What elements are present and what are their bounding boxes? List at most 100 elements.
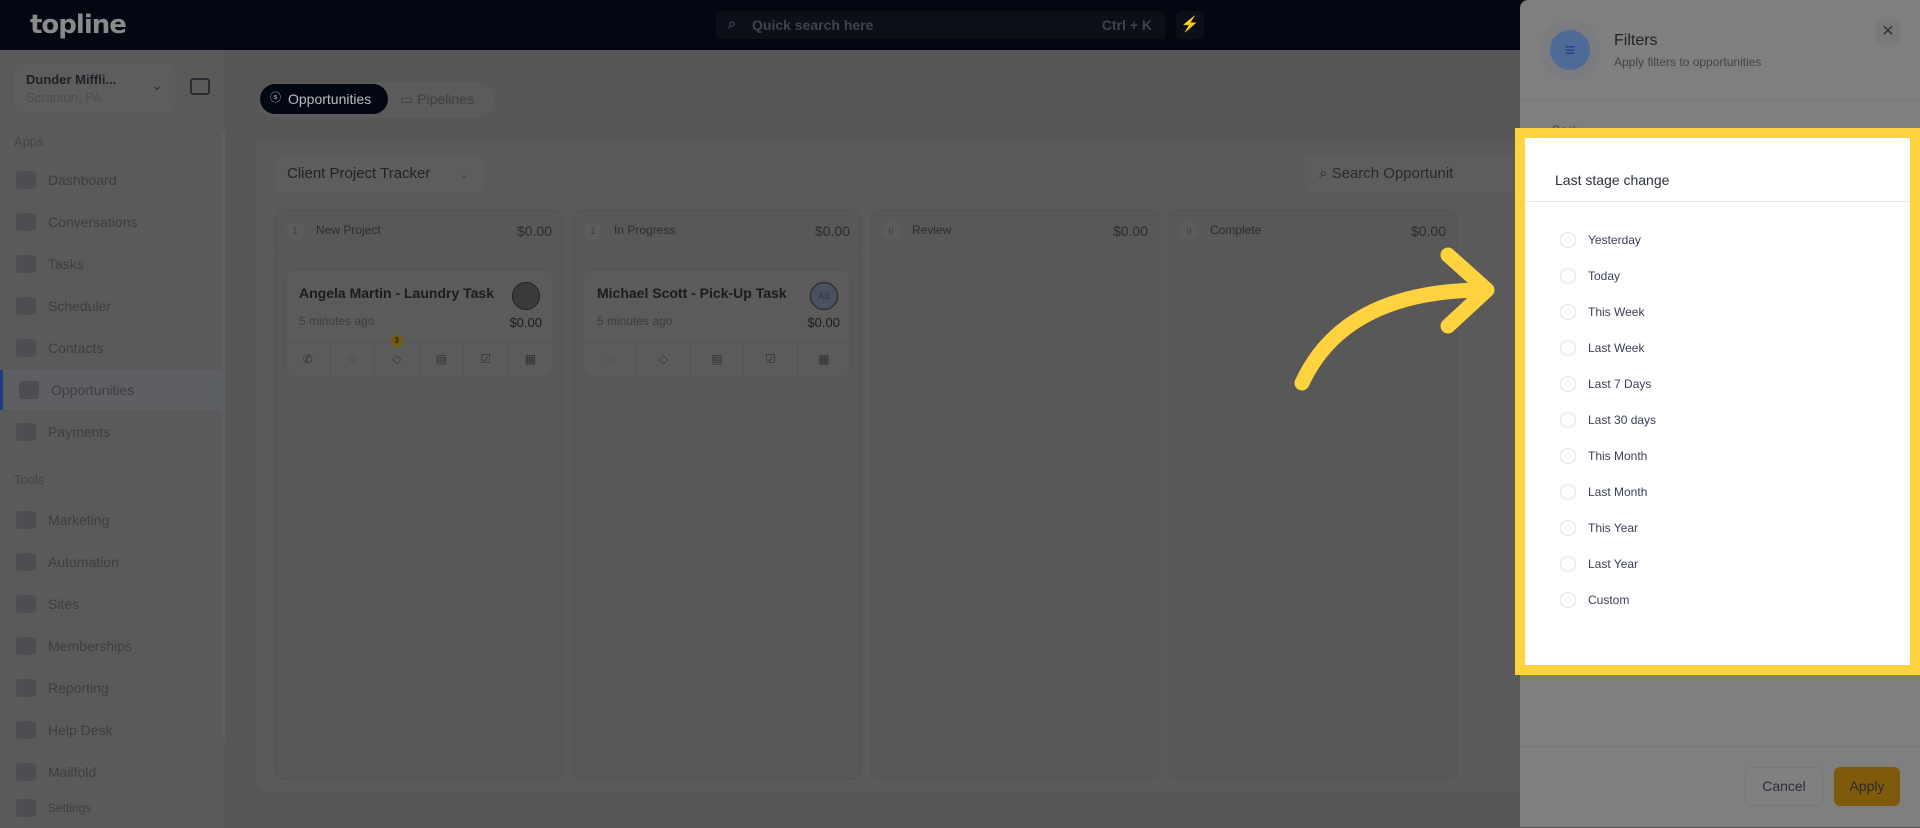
sidebar-item-label: Settings (48, 801, 92, 815)
pipeline-name: Client Project Tracker (287, 165, 431, 182)
sidebar-item-marketing[interactable]: Marketing (0, 500, 222, 540)
sidebar-item-sites[interactable]: Sites (0, 584, 222, 624)
document-icon[interactable]: ▤ (691, 343, 745, 376)
logo[interactable]: topline (30, 10, 127, 40)
radio-label: This Month (1588, 449, 1648, 463)
pipeline-column: 0 Review $0.00 (871, 210, 1159, 780)
radio-option[interactable]: Today (1560, 266, 1620, 286)
radio-option[interactable]: Last Week (1560, 338, 1644, 358)
sidebar-scrollbar[interactable] (221, 133, 225, 738)
radio-label: Last Year (1588, 557, 1639, 571)
tag-count-badge: 3 (390, 335, 403, 347)
sidebar-item-opportunities[interactable]: Opportunities (0, 370, 222, 410)
radio-button[interactable] (1560, 520, 1576, 536)
sidebar-item-contacts[interactable]: Contacts (0, 328, 222, 368)
radio-option[interactable]: This Week (1560, 302, 1644, 322)
radio-option[interactable]: Yesterday (1560, 230, 1641, 250)
dollar-icon: ⓢ (270, 92, 281, 104)
help-icon (16, 721, 36, 739)
chat-icon[interactable]: ◌ (331, 343, 375, 376)
tag-icon[interactable]: ◇ (637, 343, 691, 376)
radio-button[interactable] (1560, 448, 1576, 464)
card-value: $0.00 (509, 315, 542, 330)
checkbox-icon[interactable]: ☑ (744, 343, 798, 376)
radio-option[interactable]: Last 7 Days (1560, 374, 1651, 394)
sidebar-item-label: Conversations (48, 214, 138, 230)
radio-option[interactable]: Last Year (1560, 554, 1638, 574)
column-header: 1 In Progress $0.00 (574, 211, 860, 255)
radio-option[interactable]: This Month (1560, 446, 1647, 466)
sidebar-item-reporting[interactable]: Reporting (0, 668, 222, 708)
sidebar-collapse-icon[interactable] (190, 78, 210, 95)
tools-section-label: Tools (14, 472, 45, 487)
chat-icon[interactable]: ◌ (584, 343, 638, 376)
radio-label: Last Week (1588, 341, 1645, 355)
pipeline-column: 1 New Project $0.00 Angela Martin - Laundry… (275, 210, 563, 780)
filter-icon: ≡ (1540, 20, 1600, 80)
document-icon[interactable]: ▤ (420, 343, 464, 376)
globe-icon (16, 595, 36, 613)
tag-icon[interactable]: ◇ 3 (375, 335, 420, 376)
filters-title: Filters (1614, 32, 1658, 49)
radio-option[interactable]: Last Month (1560, 482, 1647, 502)
close-icon[interactable]: ✕ (1876, 20, 1900, 44)
calendar-icon[interactable]: ▦ (509, 343, 553, 376)
column-name: Review (912, 223, 952, 237)
radio-button[interactable] (1560, 376, 1576, 392)
radio-button[interactable] (1560, 268, 1576, 284)
tab-opportunities[interactable]: ⓢ Opportunities (260, 84, 388, 114)
column-count: 1 (584, 222, 602, 240)
sidebar-item-payments[interactable]: Payments (0, 412, 222, 452)
sidebar-item-scheduler[interactable]: Scheduler (0, 286, 222, 326)
sidebar-item-dashboard[interactable]: Dashboard (0, 160, 222, 200)
sidebar-item-settings[interactable]: Settings (0, 788, 222, 828)
tab-pipelines[interactable]: ▭ Pipelines (400, 84, 474, 114)
card-icon (16, 423, 36, 441)
sidebar-item-memberships[interactable]: Memberships (0, 626, 222, 666)
opportunity-card[interactable]: Angela Martin - Laundry Task 5 minutes ag… (285, 269, 553, 377)
radio-button[interactable] (1560, 340, 1576, 356)
sidebar-item-tasks[interactable]: Tasks (0, 244, 222, 284)
column-amount: $0.00 (814, 223, 850, 239)
divider (1520, 100, 1920, 101)
avatar (512, 282, 540, 310)
gears-icon (16, 553, 36, 571)
calendar-icon[interactable]: ▦ (798, 343, 850, 376)
sidebar-item-automation[interactable]: Automation (0, 542, 222, 582)
radio-button[interactable] (1560, 484, 1576, 500)
chevron-down-icon: ⌄ (151, 77, 163, 93)
dashboard-icon (16, 171, 36, 189)
radio-button[interactable] (1560, 556, 1576, 572)
apply-button[interactable]: Apply (1834, 767, 1900, 806)
radio-option[interactable]: This Year (1560, 518, 1638, 538)
sidebar-item-conversations[interactable]: Conversations (0, 202, 222, 242)
radio-option[interactable]: Custom (1560, 590, 1629, 610)
sidebar-item-help-desk[interactable]: Help Desk (0, 710, 222, 750)
checkbox-icon[interactable]: ☑ (464, 343, 509, 376)
radio-button[interactable] (1560, 592, 1576, 608)
company-switcher[interactable]: Dunder Miffli... Scranton, PA ⌄ (14, 63, 175, 113)
quick-search-input[interactable]: ⌕ Quick search here Ctrl + K (716, 11, 1166, 39)
opportunity-card[interactable]: Michael Scott - Pick-Up Task 5 minutes ag… (583, 269, 851, 377)
column-name: New Project (316, 223, 381, 237)
tab-label: Opportunities (288, 91, 372, 107)
column-count: 1 (286, 222, 304, 240)
phone-icon[interactable]: ✆ (286, 343, 331, 376)
last-stage-change-section: Last stage change Yesterday Today This Wee… (1515, 128, 1920, 675)
sidebar-item-label: Scheduler (48, 298, 112, 314)
pipeline-select[interactable]: Client Project Tracker ⌄ (275, 155, 483, 193)
sidebar-item-label: Payments (48, 424, 111, 440)
apps-section-label: Apps (14, 134, 44, 149)
radio-button[interactable] (1560, 412, 1576, 428)
search-shortcut: Ctrl + K (1101, 17, 1152, 33)
radio-label: Last Month (1588, 485, 1648, 499)
radio-button[interactable] (1560, 232, 1576, 248)
radio-option[interactable]: Last 30 days (1560, 410, 1656, 430)
search-opportunities-input[interactable]: ⌕ Search Opportunit (1305, 155, 1520, 193)
company-name: Dunder Miffli... (26, 72, 117, 87)
radio-button[interactable] (1560, 304, 1576, 320)
cancel-button[interactable]: Cancel (1745, 767, 1823, 806)
sidebar-item-label: Help Desk (48, 722, 113, 738)
sidebar-item-mailfold[interactable]: Mailfold (0, 752, 222, 792)
lightning-icon[interactable]: ⚡ (1176, 11, 1204, 39)
